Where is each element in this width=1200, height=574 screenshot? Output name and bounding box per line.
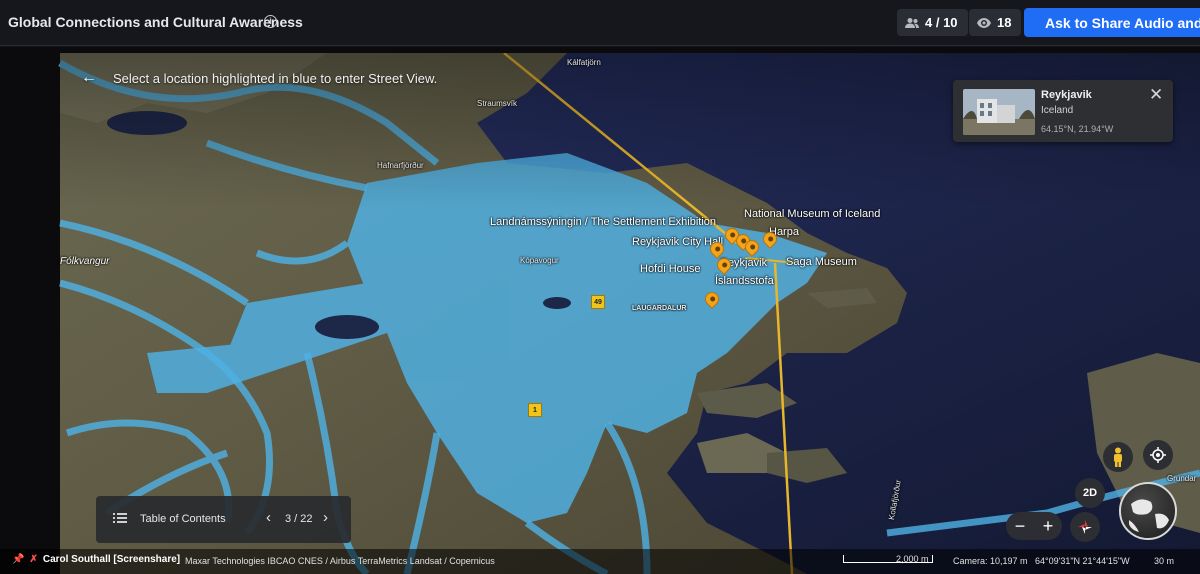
info-icon[interactable]: i	[264, 15, 277, 28]
imagery-attribution: Maxar Technologies IBCAO CNES / Airbus T…	[185, 556, 495, 566]
map-label-saga-museum[interactable]: Saga Museum	[786, 256, 857, 268]
map-label-folkvangur: Fólkvangur	[60, 256, 110, 267]
participants-count: 4 / 10	[925, 15, 958, 30]
map-stage: ← Select a location highlighted in blue …	[0, 47, 1200, 574]
cursor-position: 64°09'31"N 21°44'15"W	[1035, 556, 1130, 566]
zoom-in-button[interactable]: +	[1043, 516, 1054, 537]
map-label-laugardalur: LAUGARDALUR	[632, 305, 687, 312]
scale-bar	[843, 555, 933, 563]
place-coordinates: 64.15°N, 21.94°W	[1041, 124, 1114, 134]
session-title: Global Connections and Cultural Awarenes…	[8, 14, 303, 30]
presenter-tag: 📌 ✗ Carol Southall [Screenshare]	[12, 554, 180, 565]
my-location-icon[interactable]	[1143, 440, 1173, 470]
toc-page-indicator: 3 / 22	[285, 513, 313, 525]
map-label-straumsvik: Straumsvík	[477, 99, 518, 108]
eye-icon	[977, 17, 991, 28]
road-shield-49: 49	[591, 295, 605, 309]
streetview-hint: ← Select a location highlighted in blue …	[81, 69, 437, 87]
pin-icon: 📌	[12, 554, 25, 565]
share-audio-video-button[interactable]: Ask to Share Audio and Video	[1024, 8, 1200, 37]
map-label-islandsstofa[interactable]: Íslandsstofa	[715, 275, 774, 287]
presenter-name: Carol Southall [Screenshare]	[42, 554, 181, 565]
back-arrow-icon[interactable]: ←	[81, 69, 97, 87]
map-label-national-museum[interactable]: National Museum of Iceland	[744, 208, 880, 220]
map-label-hofdi-house[interactable]: Hofdi House	[640, 263, 701, 275]
people-icon	[905, 17, 919, 28]
toggle-2d-button[interactable]: 2D	[1075, 478, 1105, 508]
map-label-kalfatjorn: Kálfatjörn	[567, 58, 601, 67]
viewers-count: 18	[997, 15, 1012, 30]
pegman-icon[interactable]	[1103, 442, 1133, 472]
chevron-right-icon[interactable]: ›	[323, 509, 328, 526]
map-label-grundar: Grundar	[1167, 474, 1197, 483]
list-icon[interactable]	[113, 513, 127, 523]
table-of-contents-label[interactable]: Table of Contents	[140, 513, 226, 525]
elevation: 30 m	[1154, 556, 1175, 566]
place-thumbnail	[963, 89, 1035, 135]
participants-counter[interactable]: 4 / 10	[897, 9, 968, 36]
chevron-left-icon[interactable]: ‹	[266, 509, 271, 526]
place-name: Reykjavik	[1041, 89, 1092, 101]
map-label-settlement-exhibition[interactable]: Landnámssýningin / The Settlement Exhibi…	[490, 216, 716, 228]
streetview-hint-text: Select a location highlighted in blue to…	[113, 70, 438, 86]
camera-altitude: Camera: 10,197 m	[953, 556, 1028, 566]
status-bar: 📌 ✗ Carol Southall [Screenshare] Maxar T…	[0, 549, 1200, 574]
place-country: Iceland	[1041, 105, 1074, 116]
map-label-hafnarfjordur: Hafnarfjörður	[377, 161, 424, 170]
road-shield-1: 1	[528, 403, 542, 417]
place-card[interactable]: Reykjavik Iceland 64.15°N, 21.94°W ✕	[953, 80, 1173, 142]
map-view[interactable]: ← Select a location highlighted in blue …	[7, 53, 1200, 574]
close-icon[interactable]: ✕	[1149, 85, 1163, 105]
zoom-controls: − +	[1006, 512, 1062, 540]
top-bar: Global Connections and Cultural Awarenes…	[0, 0, 1200, 46]
viewers-counter[interactable]: 18	[969, 9, 1022, 36]
map-label-kopavogur: Kópavogur	[520, 256, 559, 265]
compass-icon[interactable]	[1070, 512, 1100, 542]
globe-icon[interactable]	[1119, 482, 1177, 540]
mic-muted-icon: ✗	[29, 554, 38, 565]
table-of-contents-bar: Table of Contents ‹ 3 / 22 ›	[96, 496, 351, 543]
zoom-out-button[interactable]: −	[1015, 516, 1026, 537]
